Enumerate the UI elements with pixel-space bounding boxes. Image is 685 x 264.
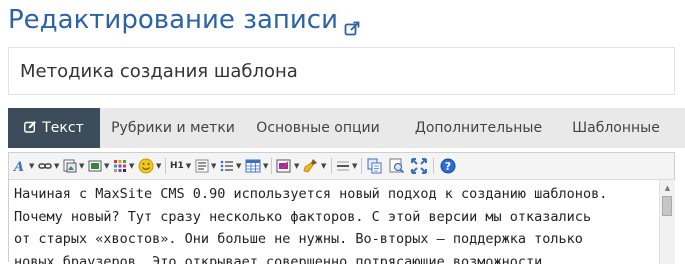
post-title-input[interactable] <box>8 47 675 95</box>
tab-template-label: Шаблонные <box>572 120 660 136</box>
table-icon <box>245 159 261 173</box>
copy-icon <box>367 158 383 174</box>
tab-main-options[interactable]: Основные опции <box>253 108 383 148</box>
content-line: Почему новый? Тут сразу несколько фактор… <box>14 206 653 229</box>
preview-button[interactable] <box>389 157 405 175</box>
fullscreen-icon <box>411 158 427 174</box>
tab-text-label: Текст <box>42 120 83 136</box>
toolbar-separator <box>361 158 362 174</box>
grid-button[interactable]: ▼ <box>113 157 134 175</box>
horizontal-rule-icon <box>336 159 350 173</box>
paragraph-button[interactable]: ▼ <box>195 157 216 175</box>
tab-categories-tags-label: Рубрики и метки <box>111 120 235 136</box>
editor-tabs: Текст Рубрики и метки Основные опции Доп… <box>8 108 685 148</box>
clean-brush-button[interactable]: ▼ <box>303 157 326 175</box>
tab-categories-tags[interactable]: Рубрики и метки <box>108 108 238 148</box>
clean-brush-icon <box>303 158 319 174</box>
fullscreen-button[interactable] <box>411 157 427 175</box>
svg-text:?: ? <box>445 160 451 173</box>
code-check-icon <box>276 159 292 173</box>
link-icon <box>38 159 52 173</box>
toolbar-separator <box>433 158 434 174</box>
scrollbar-thumb[interactable] <box>662 196 672 216</box>
media-icon <box>88 159 102 173</box>
table-button[interactable]: ▼ <box>245 157 268 175</box>
content-editor: A▼ ▼ ▼ ▼ ▼ ▼ H1▼ ▼ ▼ ▼ <box>8 152 675 262</box>
link-button[interactable]: ▼ <box>38 157 59 175</box>
content-line: от старых «хвостов». Они больше не нужны… <box>14 228 653 251</box>
toolbar-separator <box>165 158 166 174</box>
list-button[interactable]: ▼ <box>220 157 241 175</box>
insert-image-icon <box>63 159 77 173</box>
toolbar-separator <box>271 158 272 174</box>
external-link-icon[interactable] <box>344 11 360 27</box>
insert-image-button[interactable]: ▼ <box>63 157 84 175</box>
heading-button[interactable]: H1▼ <box>170 157 191 175</box>
tab-template[interactable]: Шаблонные <box>566 108 666 148</box>
grid-icon <box>113 159 127 173</box>
copy-button[interactable] <box>367 157 383 175</box>
list-icon <box>220 159 234 173</box>
page-title: Редактирование записи <box>8 2 360 38</box>
heading-icon: H1 <box>170 161 184 171</box>
horizontal-rule-button[interactable]: ▼ <box>336 157 357 175</box>
smiley-button[interactable]: ▼ <box>138 157 161 175</box>
smiley-icon <box>138 158 154 174</box>
editor-scrollbar[interactable]: ▲ <box>659 180 675 264</box>
content-line: Начиная с MaxSite CMS 0.90 используется … <box>14 183 653 206</box>
content-line: новых браузеров. Это открывает совершенн… <box>14 251 653 264</box>
tab-additional-label: Дополнительные <box>415 120 542 136</box>
toolbar-separator <box>331 158 332 174</box>
editor-toolbar: A▼ ▼ ▼ ▼ ▼ ▼ H1▼ ▼ ▼ ▼ <box>9 153 674 180</box>
scroll-up-arrow-icon[interactable]: ▲ <box>660 182 675 194</box>
help-icon: ? <box>440 158 456 174</box>
code-check-button[interactable]: ▼ <box>276 157 299 175</box>
svg-text:A: A <box>13 160 24 173</box>
font-color-icon: A <box>13 159 27 173</box>
preview-icon <box>389 158 405 174</box>
help-button[interactable]: ? <box>440 157 456 175</box>
page-title-text: Редактирование записи <box>8 5 338 35</box>
content-textarea[interactable]: Начиная с MaxSite CMS 0.90 используется … <box>9 180 659 264</box>
media-button[interactable]: ▼ <box>88 157 109 175</box>
tab-text[interactable]: Текст <box>8 108 100 148</box>
pencil-square-icon <box>24 109 37 122</box>
tab-additional[interactable]: Дополнительные <box>411 108 546 148</box>
tab-main-options-label: Основные опции <box>256 120 379 136</box>
paragraph-icon <box>195 159 209 173</box>
font-color-button[interactable]: A▼ <box>13 157 34 175</box>
